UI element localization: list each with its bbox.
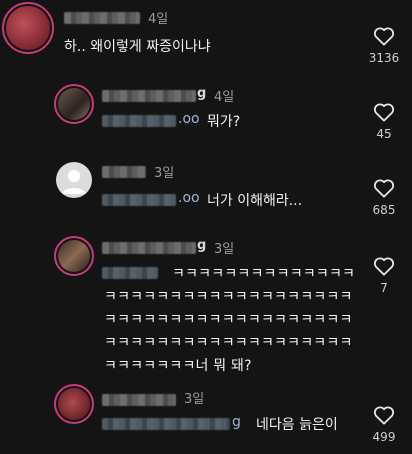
heart-icon [373, 406, 395, 425]
comment-time: 3일 [214, 242, 235, 257]
like-count: 45 [376, 127, 392, 141]
heart-icon [373, 27, 395, 46]
comment-time: 4일 [214, 90, 235, 105]
mention-blurred[interactable] [102, 115, 176, 127]
mention-blurred[interactable] [102, 267, 158, 279]
mention-blurred[interactable] [102, 194, 176, 206]
username-tail[interactable]: g [197, 86, 206, 101]
username-blurred[interactable] [102, 394, 176, 406]
username-blurred[interactable] [64, 12, 140, 24]
mention-blurred[interactable] [102, 418, 230, 430]
mention-tail[interactable]: .oo [178, 111, 200, 127]
comment-text: 하.. 왜이렇게 짜증이나냐 [64, 39, 211, 55]
like-button[interactable]: 7 [362, 256, 406, 295]
person-icon [62, 170, 86, 194]
like-count: 3136 [368, 51, 400, 65]
like-count: 7 [380, 281, 388, 295]
avatar[interactable] [54, 84, 94, 124]
like-button[interactable]: 499 [362, 405, 406, 444]
username-tail[interactable]: g [197, 238, 206, 253]
heart-icon [373, 257, 395, 276]
like-button[interactable]: 3136 [362, 26, 406, 65]
avatar[interactable] [2, 2, 54, 54]
username-blurred[interactable] [102, 166, 146, 178]
comment-time: 3일 [184, 392, 205, 407]
comment-time: 4일 [148, 12, 169, 27]
avatar-default[interactable] [56, 162, 92, 198]
comment-text-line: ㅋㅋㅋㅋㅋㅋㅋ너 뭐 돼? [104, 358, 252, 374]
username-blurred[interactable] [102, 242, 196, 254]
comment-text: 너가 이해해라... [207, 193, 303, 209]
like-button[interactable]: 45 [362, 102, 406, 141]
comment-text-line: ㅋㅋㅋㅋㅋㅋㅋㅋㅋㅋㅋㅋㅋㅋㅋㅋㅋㅋㅋ [104, 312, 353, 328]
like-count: 685 [372, 203, 396, 217]
comment-text: 네다음 늙은이 [256, 417, 338, 433]
comment-text-line: ㅋㅋㅋㅋㅋㅋㅋㅋㅋㅋㅋㅋㅋㅋㅋㅋㅋㅋㅋ [104, 289, 353, 305]
mention-tail[interactable]: .oo [178, 190, 200, 206]
comment-text: 뭐가? [207, 114, 241, 130]
username-blurred[interactable] [102, 90, 196, 102]
avatar[interactable] [54, 236, 94, 276]
comment-text-line: ㅋㅋㅋㅋㅋㅋㅋㅋㅋㅋㅋㅋㅋㅋㅋㅋㅋㅋㅋ [104, 335, 353, 351]
like-count: 499 [372, 430, 396, 444]
comment-time: 3일 [154, 166, 175, 181]
heart-icon [373, 179, 395, 198]
mention-tail[interactable]: g [232, 414, 241, 430]
comment-text-line: ㅋㅋㅋㅋㅋㅋㅋㅋㅋㅋㅋㅋㅋㅋ [172, 266, 356, 282]
heart-icon [373, 103, 395, 122]
like-button[interactable]: 685 [362, 178, 406, 217]
avatar[interactable] [54, 384, 94, 424]
